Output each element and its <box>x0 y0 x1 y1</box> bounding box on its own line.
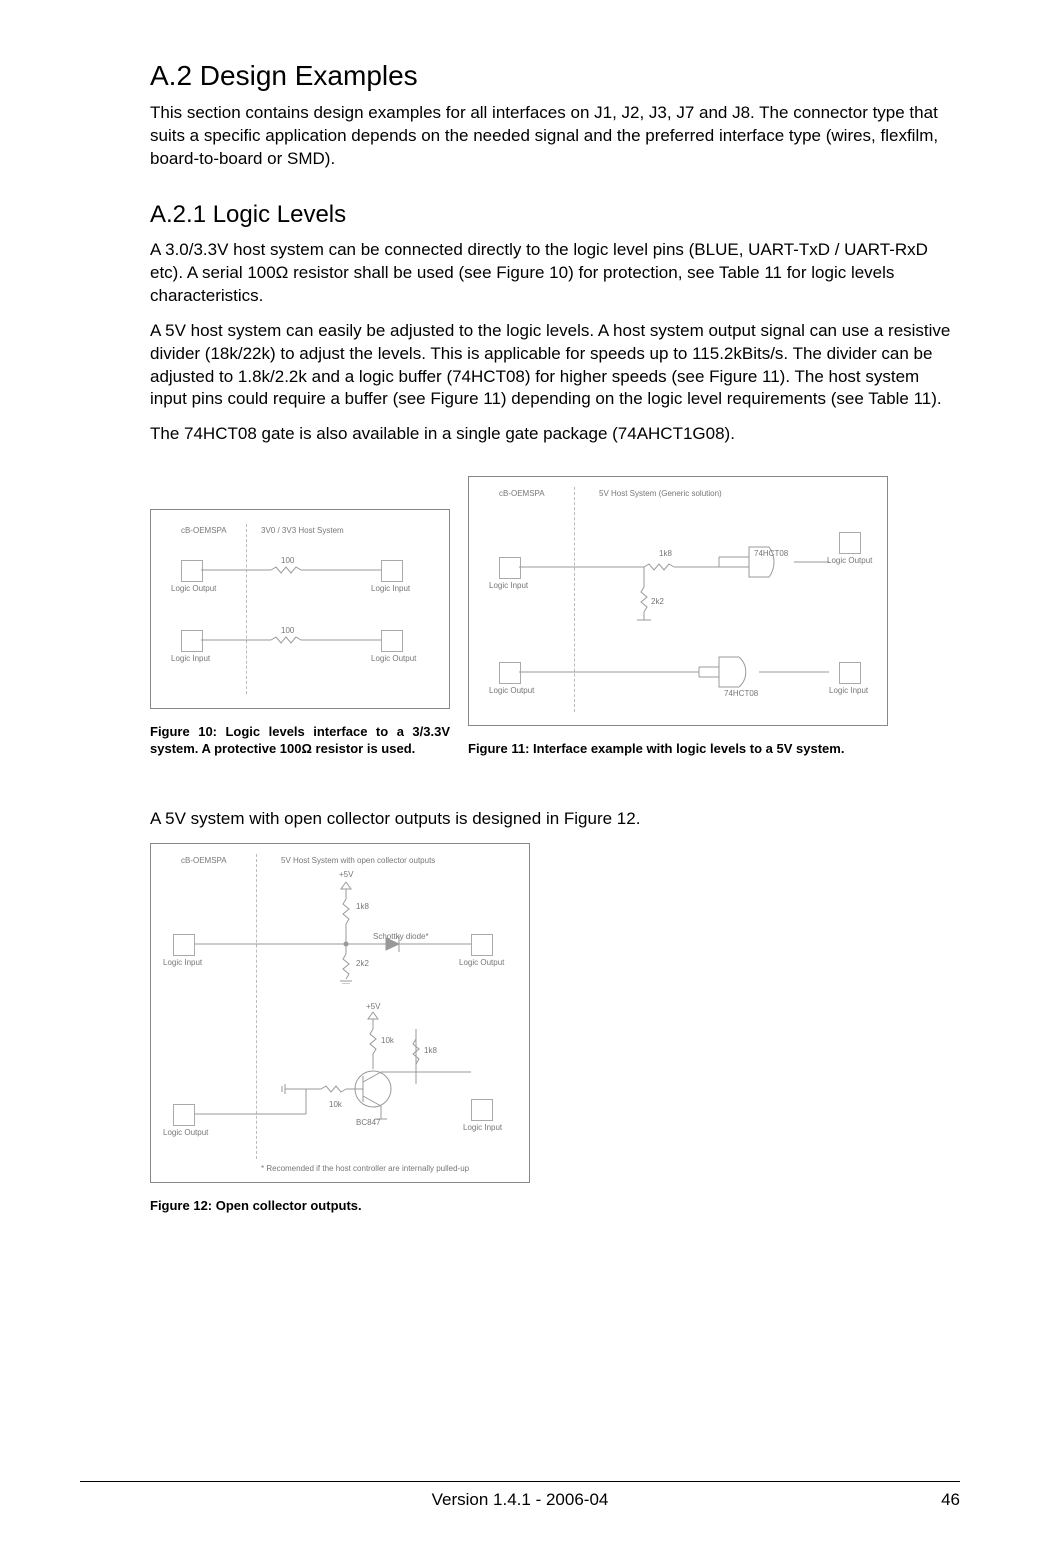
fig10-divider <box>246 524 247 694</box>
para-gate: The 74HCT08 gate is also available in a … <box>150 423 960 446</box>
fig10-lo2: Logic Output <box>371 654 416 663</box>
fig11-lower <box>519 652 859 702</box>
heading-a2: A.2 Design Examples <box>150 60 960 92</box>
figures-row-10-11: cB-OEMSPA 3V0 / 3V3 Host System Logic Ou… <box>150 476 960 758</box>
fig12-bc847: BC847 <box>356 1118 380 1127</box>
para-5v: A 5V host system can easily be adjusted … <box>150 320 960 412</box>
fig11-li-bot: Logic Input <box>829 686 868 695</box>
footer-version: Version 1.4.1 - 2006-04 <box>80 1490 960 1510</box>
fig12-right-header: 5V Host System with open collector outpu… <box>281 856 435 865</box>
fig11-ic1: 74HCT08 <box>754 549 788 558</box>
fig12-r1k8: 1k8 <box>356 902 369 911</box>
fig12-lower <box>191 1004 501 1144</box>
figure-10-frame: cB-OEMSPA 3V0 / 3V3 Host System Logic Ou… <box>150 509 450 709</box>
fig12-schottky: Schottky diode* <box>373 932 429 941</box>
fig12-lo-top: Logic Output <box>459 958 504 967</box>
para-3v3: A 3.0/3.3V host system can be connected … <box>150 239 960 308</box>
fig11-box-lo-bot <box>499 662 521 684</box>
fig12-lo-bot: Logic Output <box>163 1128 208 1137</box>
fig12-li-bot: Logic Input <box>463 1123 502 1132</box>
fig11-box-li <box>499 557 521 579</box>
fig12-box-li <box>173 934 195 956</box>
figure-12-caption: Figure 12: Open collector outputs. <box>150 1197 530 1215</box>
fig10-r2: 100 <box>281 626 294 635</box>
fig12-box-lo-top <box>471 934 493 956</box>
fig12-li-top: Logic Input <box>163 958 202 967</box>
fig12-upper <box>191 874 501 984</box>
fig10-r1: 100 <box>281 556 294 565</box>
fig11-box-li-bot <box>839 662 861 684</box>
fig10-box-in-left <box>181 630 203 652</box>
fig11-box-lo-top <box>839 532 861 554</box>
fig11-left-header: cB-OEMSPA <box>499 489 545 498</box>
fig10-wire-bot <box>201 635 381 647</box>
fig10-wire-top <box>201 565 381 577</box>
fig11-ic2: 74HCT08 <box>724 689 758 698</box>
fig10-box-in-right <box>381 560 403 582</box>
page-footer: Version 1.4.1 - 2006-04 46 <box>80 1481 960 1510</box>
figure-11-caption: Figure 11: Interface example with logic … <box>468 740 888 758</box>
figure-11-frame: cB-OEMSPA 5V Host System (Generic soluti… <box>468 476 888 726</box>
fig12-r1k8-2: 1k8 <box>424 1046 437 1055</box>
heading-a21: A.2.1 Logic Levels <box>150 201 960 229</box>
figure-12-frame: cB-OEMSPA 5V Host System with open colle… <box>150 843 530 1183</box>
fig10-box-out-left <box>181 560 203 582</box>
fig12-box-li-bot <box>471 1099 493 1121</box>
fig10-left-header: cB-OEMSPA <box>181 526 227 535</box>
fig11-lo-top: Logic Output <box>827 556 872 565</box>
fig11-right-header: 5V Host System (Generic solution) <box>599 489 722 498</box>
intro-paragraph: This section contains design examples fo… <box>150 102 960 171</box>
fig12-box-lo-bot <box>173 1104 195 1126</box>
fig11-r1k8: 1k8 <box>659 549 672 558</box>
fig12-left-header: cB-OEMSPA <box>181 856 227 865</box>
figure-10-caption: Figure 10: Logic levels interface to a 3… <box>150 723 450 758</box>
para-oc: A 5V system with open collector outputs … <box>150 808 960 831</box>
fig10-li1: Logic Input <box>371 584 410 593</box>
fig12-r2k2: 2k2 <box>356 959 369 968</box>
fig12-r10k-2: 10k <box>329 1100 342 1109</box>
fig10-box-out-right <box>381 630 403 652</box>
fig11-upper <box>519 512 859 622</box>
fig10-right-header: 3V0 / 3V3 Host System <box>261 526 344 535</box>
fig11-r2k2: 2k2 <box>651 597 664 606</box>
fig12-footnote: * Recomended if the host controller are … <box>261 1164 469 1173</box>
fig12-r10k-1: 10k <box>381 1036 394 1045</box>
fig10-li2: Logic Input <box>171 654 210 663</box>
fig10-lo1: Logic Output <box>171 584 216 593</box>
